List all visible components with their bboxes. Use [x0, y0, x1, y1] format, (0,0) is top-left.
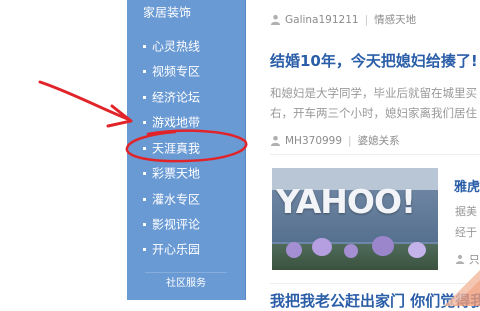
bullet-icon [143, 172, 146, 175]
annotation-arrow-icon [38, 80, 132, 122]
bullet-icon [143, 45, 146, 48]
sidebar-item-label: 心灵热线 [152, 39, 201, 54]
section-label-community-service: 社区服务 [166, 278, 206, 289]
author-name[interactable]: MH370999 [285, 135, 342, 147]
flower-shape [344, 244, 358, 258]
author-name[interactable]: Galina191211 [285, 14, 359, 26]
bullet-icon [143, 121, 146, 124]
bullet-icon [143, 223, 146, 226]
flower-shape [312, 238, 332, 256]
sidebar-item-water-zone[interactable]: 灌水专区 [143, 187, 200, 211]
excerpt-line: 和媳妇是大学同学，毕业后就留在城里买 [270, 86, 477, 100]
sidebar-item-label: 灌水专区 [152, 192, 201, 207]
sidebar-item-label: 彩票天地 [152, 166, 201, 181]
sidebar-item-happy-park[interactable]: 开心乐园 [143, 237, 200, 261]
article-meta: Galina191211 | 情感天地 [270, 12, 416, 27]
sidebar-item-tianya-true-self[interactable]: 天涯真我 [143, 136, 200, 160]
bullet-icon [143, 198, 146, 201]
sidebar-item-home-decor[interactable]: 家居装饰 [143, 0, 191, 24]
sidebar-item-film-review[interactable]: 影视评论 [143, 212, 200, 236]
bullet-icon [143, 248, 146, 251]
article-title[interactable]: 雅虎 [454, 176, 480, 195]
flower-shape [286, 242, 302, 258]
excerpt-line: 经于 [455, 226, 477, 239]
section-divider [145, 272, 227, 273]
bullet-icon [143, 70, 146, 73]
sidebar-item-economy[interactable]: 经济论坛 [143, 85, 200, 109]
category-link[interactable]: 婆媳关系 [358, 135, 400, 147]
sidebar-item-games[interactable]: 游戏地带 [143, 110, 200, 134]
sidebar-item-video[interactable]: 视频专区 [143, 59, 200, 83]
article-title[interactable]: 结婚10年，今天把媳妇给揍了! [270, 50, 478, 71]
yahoo-logo: YAHOO! [276, 182, 416, 221]
meta-separator: | [364, 14, 369, 26]
sidebar-item-lottery[interactable]: 彩票天地 [143, 161, 200, 185]
sidebar-item-label: 游戏地带 [152, 115, 201, 130]
sidebar-item-heart-hotline[interactable]: 心灵热线 [143, 34, 200, 58]
user-icon [270, 135, 281, 146]
article-meta: MH370999 | 婆媳关系 [270, 133, 400, 148]
article-excerpt: 和媳妇是大学同学，毕业后就留在城里买 右，开车两三个小时，媳妇家离我们居住 [270, 83, 480, 123]
watermark-stamp-icon [444, 270, 480, 306]
sidebar-item-label: 开心乐园 [152, 242, 201, 257]
sidebar-item-label: 影视评论 [152, 217, 201, 232]
flower-shape [372, 236, 394, 256]
article-thumbnail[interactable]: YAHOO! [272, 168, 438, 270]
sidebar-item-label: 家居装饰 [143, 5, 192, 20]
excerpt-line: 右，开车两三个小时，媳妇家离我们居住 [270, 106, 477, 120]
bullet-icon [143, 147, 146, 150]
excerpt-line: 据美 [455, 205, 477, 218]
user-icon [270, 14, 281, 25]
forum-sidebar: 家居装饰 心灵热线 视频专区 经济论坛 游戏地带 天涯真我 彩票天地 灌水专区 … [127, 0, 359, 300]
bullet-icon [143, 96, 146, 99]
article-divider [270, 154, 480, 155]
sidebar-item-label: 视频专区 [152, 64, 201, 79]
sidebar-item-label: 天涯真我 [152, 141, 201, 156]
meta-separator: | [348, 135, 352, 147]
category-link[interactable]: 情感天地 [374, 14, 416, 26]
sidebar-item-label: 经济论坛 [152, 90, 201, 105]
